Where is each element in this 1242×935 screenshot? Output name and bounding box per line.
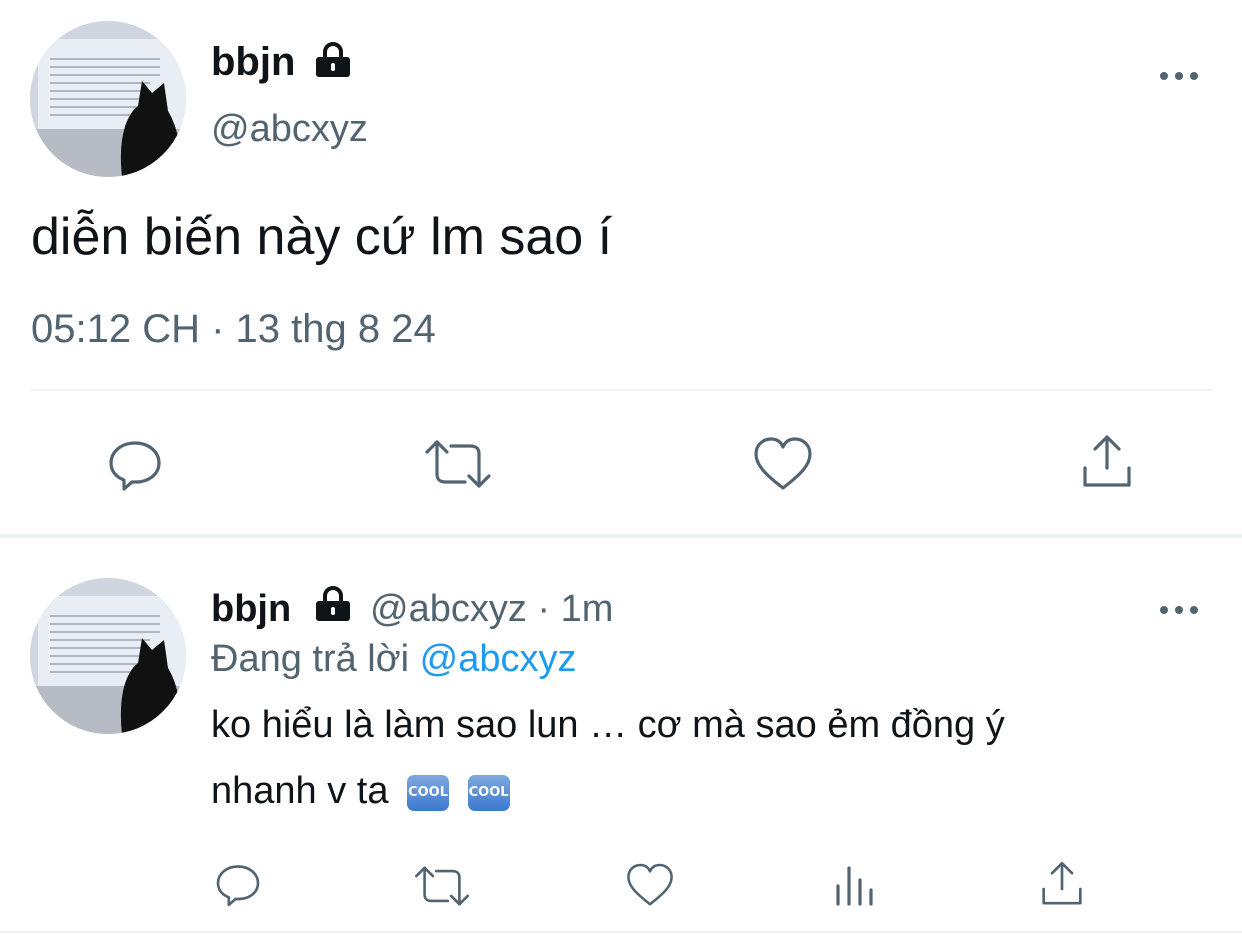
replying-to: Đang trả lời @abcxyz — [211, 638, 577, 681]
reply-time[interactable]: 1m — [561, 588, 614, 630]
tweet-timestamp[interactable]: 05:12 CH · 13 thg 8 24 — [31, 307, 436, 352]
like-icon[interactable] — [751, 434, 815, 494]
lock-icon — [316, 42, 350, 77]
handle[interactable]: @abcxyz — [211, 108, 368, 151]
section-divider — [0, 534, 1242, 538]
reply-avatar[interactable] — [30, 578, 186, 734]
replying-prefix: Đang trả lời — [211, 638, 410, 680]
lock-icon — [316, 586, 350, 621]
divider — [30, 389, 1212, 391]
avatar-image — [30, 21, 186, 177]
reply-text-line2: nhanh v ta COOL COOL — [211, 770, 510, 813]
bottom-divider — [0, 931, 1242, 933]
reply-icon[interactable] — [105, 434, 165, 494]
share-icon[interactable] — [1037, 859, 1087, 909]
reply-text-line2-text: nhanh v ta — [211, 770, 389, 812]
avatar[interactable] — [30, 21, 186, 177]
more-options-icon[interactable] — [1160, 601, 1205, 619]
reply-text-line1: ko hiểu là làm sao lun … cơ mà sao ẻm đồ… — [211, 704, 1005, 746]
display-name-text[interactable]: bbjn — [211, 40, 295, 84]
retweet-icon[interactable] — [413, 861, 471, 911]
cool-emoji: COOL — [467, 774, 510, 811]
display-name[interactable]: bbjn — [211, 40, 295, 85]
more-options-icon[interactable] — [1160, 67, 1205, 85]
avatar-image — [30, 578, 186, 734]
tweet-text: diễn biến này cứ lm sao í — [31, 208, 613, 266]
views-icon[interactable] — [833, 862, 879, 908]
replying-to-handle[interactable]: @abcxyz — [420, 638, 577, 680]
meta-separator: · — [537, 588, 551, 630]
reply-meta: @abcxyz · 1m — [370, 588, 613, 631]
retweet-icon[interactable] — [423, 434, 493, 494]
share-icon[interactable] — [1077, 432, 1137, 492]
reply-display-name[interactable]: bbjn — [211, 588, 291, 630]
reply-handle[interactable]: @abcxyz — [370, 588, 527, 630]
like-icon[interactable] — [624, 861, 676, 909]
cool-emoji: COOL — [407, 774, 450, 811]
reply-header: bbjn — [211, 588, 291, 631]
reply-icon[interactable] — [213, 859, 263, 909]
